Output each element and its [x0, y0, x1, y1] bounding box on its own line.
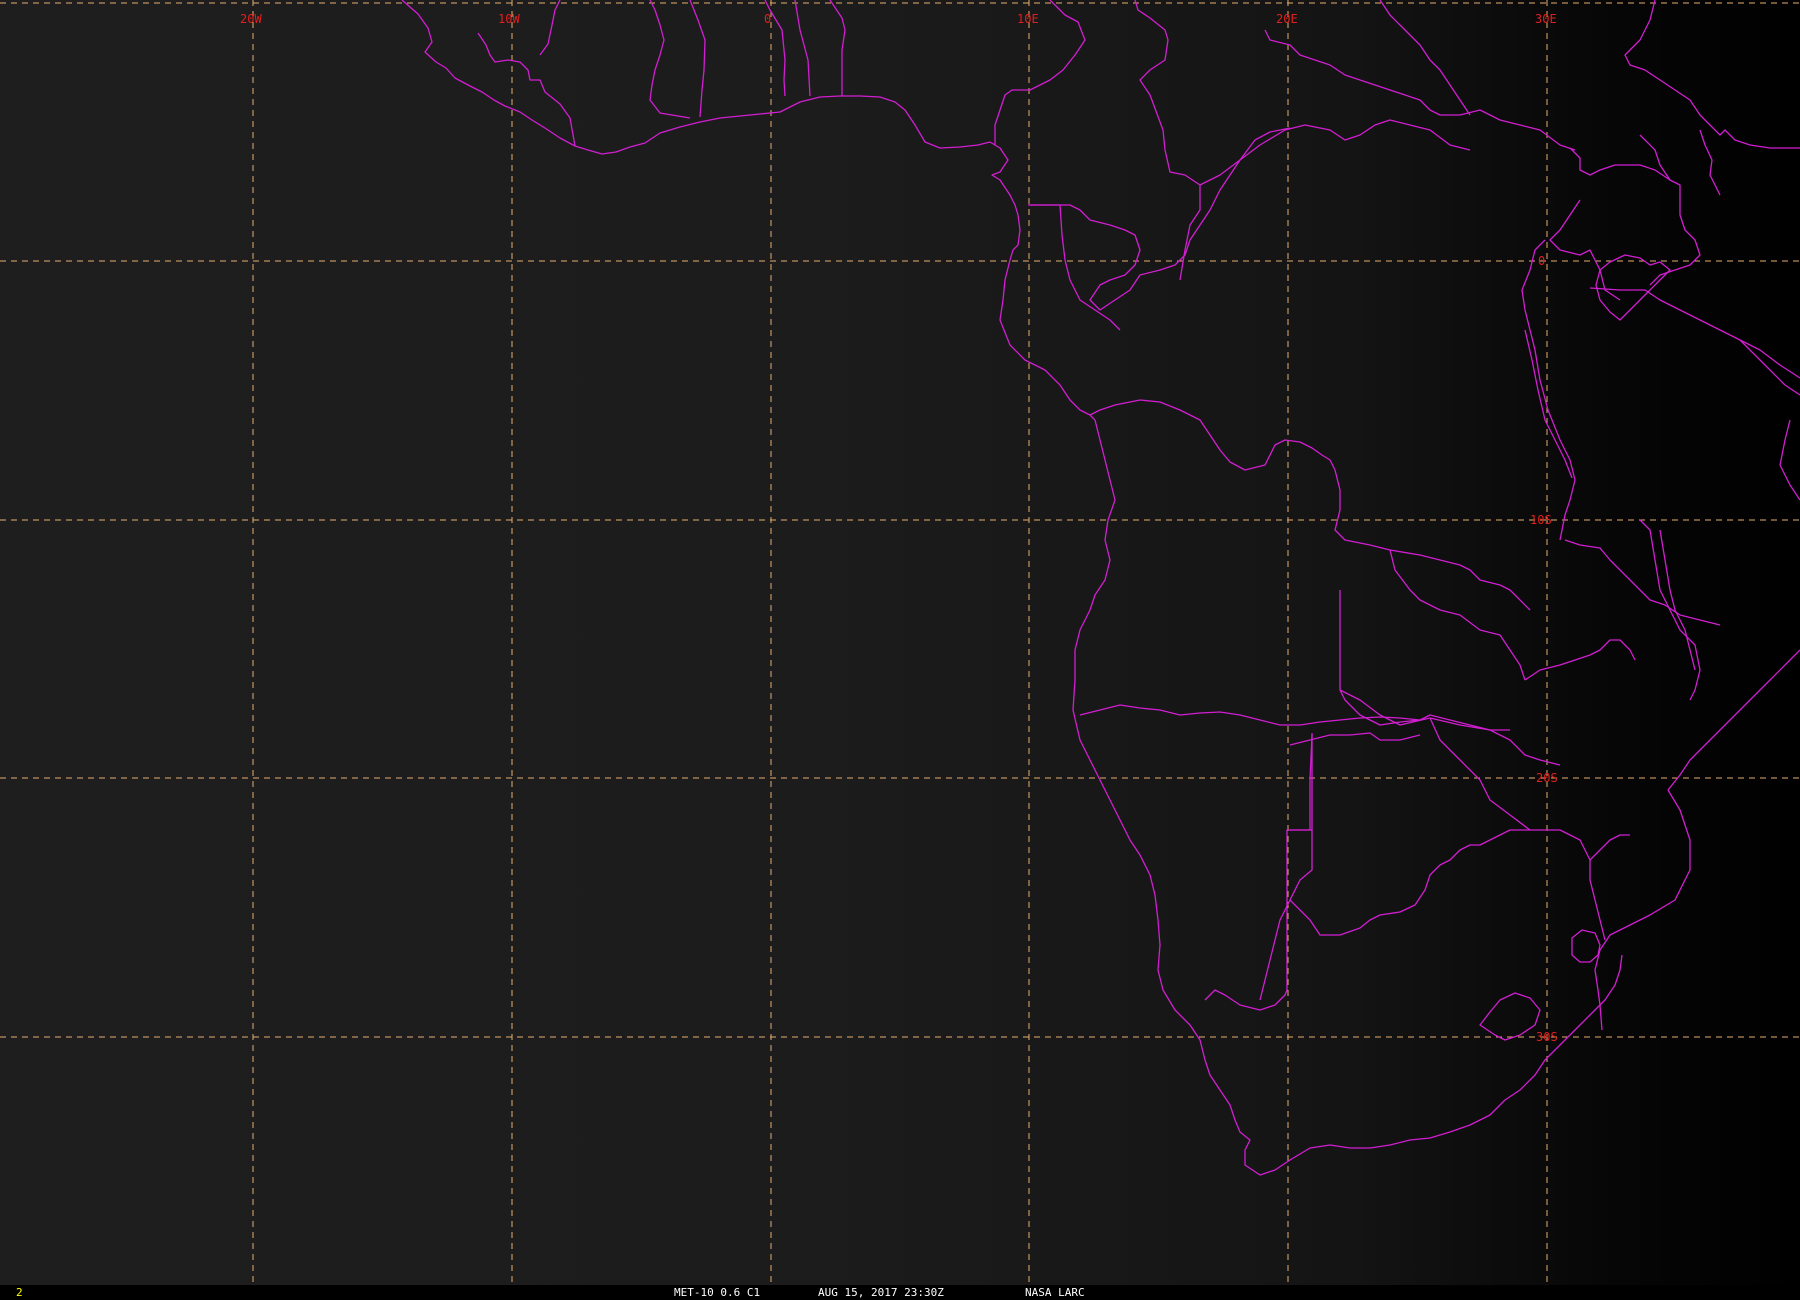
somalia-line — [1699, 129, 1721, 196]
east-border-2 — [1624, 0, 1800, 149]
malawi-border — [1639, 519, 1701, 701]
lon-label-10e: 10E — [1017, 12, 1039, 26]
east-border-1 — [1379, 0, 1471, 116]
west-africa-border-4 — [689, 0, 706, 118]
cabinda-angola-top — [1089, 399, 1336, 471]
tanzania-east-coast — [1779, 419, 1800, 501]
zambia-border — [1339, 590, 1510, 731]
kenya-tanzania-border — [1589, 287, 1800, 379]
tanzania-south — [1564, 539, 1721, 626]
west-africa-border-6 — [794, 0, 811, 97]
satellite-map-view[interactable]: 20W 10W 0 10E 20E 30E 0 10S 20S 30S — [0, 0, 1800, 1285]
west-africa-coast — [401, 0, 991, 155]
lon-label-20w: 20W — [240, 12, 262, 26]
lon-label-20e: 20E — [1276, 12, 1298, 26]
lon-label-0: 0 — [764, 12, 771, 26]
cameroon-border — [1134, 0, 1201, 281]
lat-label-0: 0 — [1538, 254, 1545, 268]
kenya-east — [1739, 339, 1800, 396]
lon-label-10w: 10W — [498, 12, 520, 26]
sudan-border — [1264, 29, 1576, 151]
lesotho — [1479, 992, 1541, 1041]
status-bar: 2 MET-10 0.6 C1 AUG 15, 2017 23:30Z NASA… — [0, 1285, 1800, 1300]
west-africa-border-2 — [539, 0, 561, 56]
source-label: NASA LARC — [1025, 1286, 1085, 1299]
datetime-label: AUG 15, 2017 23:30Z — [818, 1286, 944, 1299]
namibia-border — [1079, 704, 1421, 726]
botswana-inner — [1289, 829, 1530, 936]
lat-label-20s: 20S — [1536, 771, 1558, 785]
south-sudan-lines — [1569, 147, 1671, 181]
mozambique-east-coast — [1667, 649, 1800, 791]
lake-victoria — [1595, 254, 1671, 321]
product-label: MET-10 0.6 C1 — [674, 1286, 761, 1299]
botswana-border — [1289, 732, 1421, 746]
zimbabwe-mozambique — [1589, 834, 1630, 861]
eswatini — [1571, 929, 1601, 963]
great-lakes-west — [1521, 239, 1576, 541]
angola-east-border — [1334, 469, 1526, 681]
congo-drc-border — [1099, 127, 1291, 311]
coastline-borders — [401, 0, 1800, 1176]
frame-number: 2 — [16, 1286, 23, 1299]
car-border — [1199, 119, 1471, 186]
congo-west-coast — [999, 259, 1096, 421]
guinea-gulf-inner — [989, 141, 1021, 261]
map-canvas: 20W 10W 0 10E 20E 30E 0 10S 20S 30S — [0, 0, 1800, 1285]
lon-label-30e: 30E — [1535, 12, 1557, 26]
grid-labels: 20W 10W 0 10E 20E 30E 0 10S 20S 30S — [240, 12, 1558, 1044]
south-africa-border — [1204, 989, 1288, 1011]
namibia-coast — [1109, 799, 1206, 1061]
west-africa-border-7 — [829, 0, 846, 96]
zambia-south — [1339, 689, 1561, 766]
lat-label-30s: 30S — [1536, 1030, 1558, 1044]
lat-label-10s: 10S — [1530, 513, 1552, 527]
nigeria-border — [994, 0, 1086, 145]
lake-tanganyika — [1524, 329, 1573, 479]
south-africa-coast — [1204, 954, 1623, 1176]
ethiopia-border — [1639, 134, 1701, 286]
zambia-east — [1524, 639, 1636, 681]
graticule-grid — [0, 0, 1800, 1285]
zimbabwe-border — [1429, 717, 1606, 941]
west-africa-border-1 — [477, 32, 576, 147]
namibia-east — [1286, 734, 1313, 990]
uganda-outline — [1549, 199, 1621, 301]
angola-coast — [1072, 419, 1116, 801]
zambia-north — [1389, 549, 1531, 611]
west-africa-border-3 — [649, 0, 691, 119]
